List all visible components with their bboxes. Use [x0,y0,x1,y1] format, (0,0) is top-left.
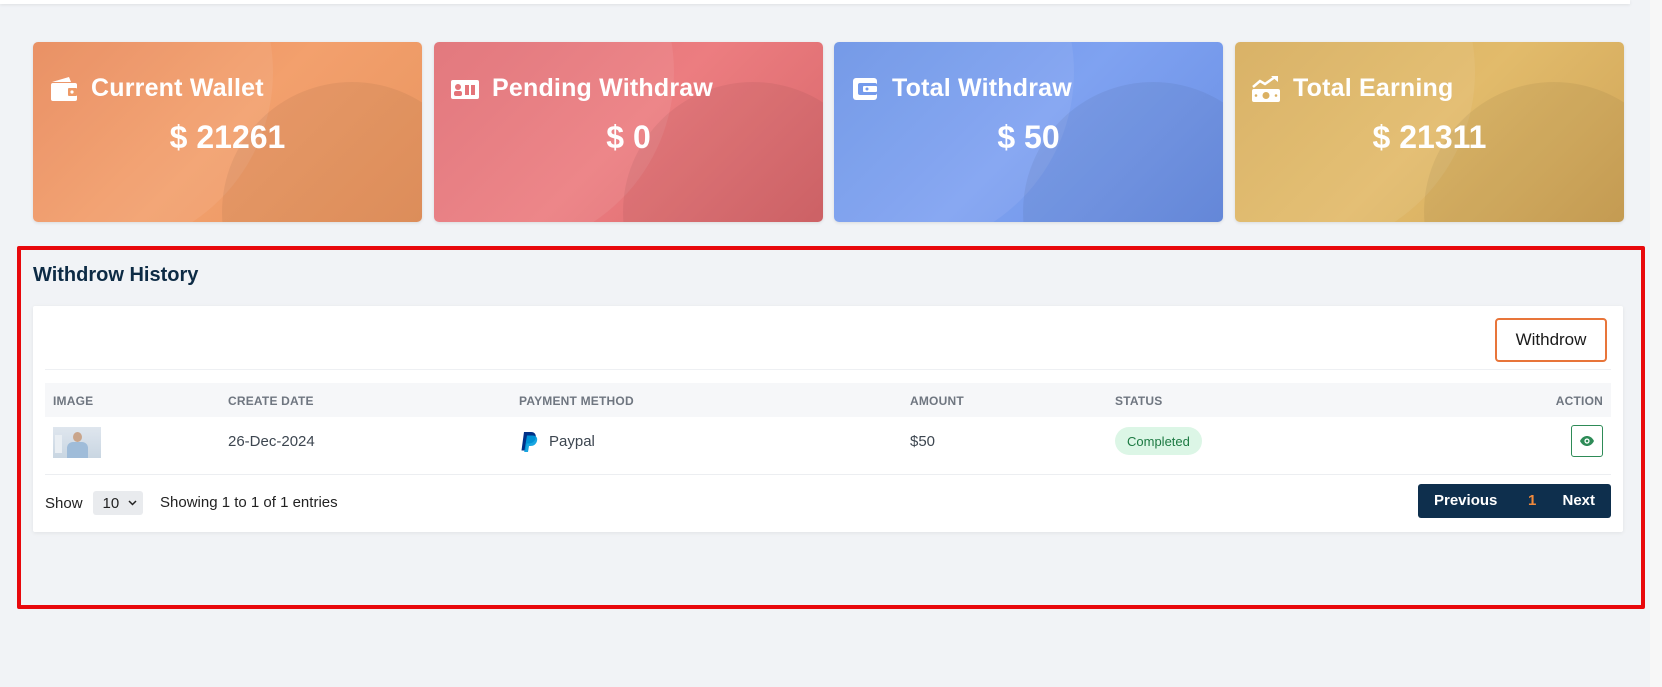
page-size-control: Show 10 [45,491,143,515]
card-value: $ 50 [997,119,1060,155]
card-value: $ 0 [606,119,651,155]
paypal-icon [521,432,538,452]
column-header-create-date: CREATE DATE [228,394,314,408]
show-label: Show [45,494,83,512]
page-size-select[interactable]: 10 [92,491,143,515]
status-badge: Completed [1115,427,1202,455]
eye-icon [1580,436,1594,446]
column-header-amount: AMOUNT [910,394,964,408]
card-value: $ 21261 [169,119,286,155]
amount-cell: $50 [910,433,936,450]
current-wallet-card: Current Wallet $ 21261 [33,42,422,222]
card-title: Current Wallet [91,74,264,102]
view-button[interactable] [1571,425,1603,457]
card-value: $ 21311 [1372,119,1487,155]
pending-withdraw-card: Pending Withdraw $ 0 [434,42,823,222]
section-title: Withdrow History [33,264,199,286]
scrollbar-track[interactable] [1650,0,1662,687]
user-image [53,427,101,458]
withdraw-button[interactable]: Withdrow [1495,318,1607,362]
money-growth-icon [1252,75,1280,102]
divider [45,474,1611,475]
create-date-cell: 26-Dec-2024 [228,433,315,450]
entries-info: Showing 1 to 1 of 1 entries [160,494,338,511]
column-header-image: IMAGE [53,394,94,408]
card-title: Total Withdraw [892,74,1072,102]
wallet-card-icon [853,77,877,100]
total-earning-card: Total Earning $ 21311 [1235,42,1624,222]
top-bar [0,0,1630,4]
total-withdraw-card: Total Withdraw $ 50 [834,42,1223,222]
pagination: Previous 1 Next [1418,484,1611,518]
column-header-payment-method: PAYMENT METHOD [519,394,634,408]
payment-method-cell: Paypal [519,432,639,453]
payment-method-label: Paypal [549,433,595,450]
next-button[interactable]: Next [1562,492,1595,509]
id-card-icon [451,79,479,99]
table-header: IMAGE CREATE DATE PAYMENT METHOD AMOUNT … [45,383,1611,417]
column-header-action: ACTION [1555,394,1603,408]
wallet-icon [51,76,77,101]
stat-cards: Current Wallet $ 21261 Pending Withdraw … [33,42,1625,222]
column-header-status: STATUS [1115,394,1163,408]
card-title: Pending Withdraw [492,74,714,102]
page-1-button[interactable]: 1 [1528,492,1536,509]
card-title: Total Earning [1293,74,1454,102]
withdraw-history-panel: Withdrow IMAGE CREATE DATE PAYMENT METHO… [33,306,1623,532]
page-size-value: 10 [102,494,120,512]
divider [45,369,1611,370]
previous-button[interactable]: Previous [1434,492,1497,509]
chevron-down-icon [128,500,137,506]
table-row: 26-Dec-2024 Paypal $50 Completed [45,417,1611,467]
